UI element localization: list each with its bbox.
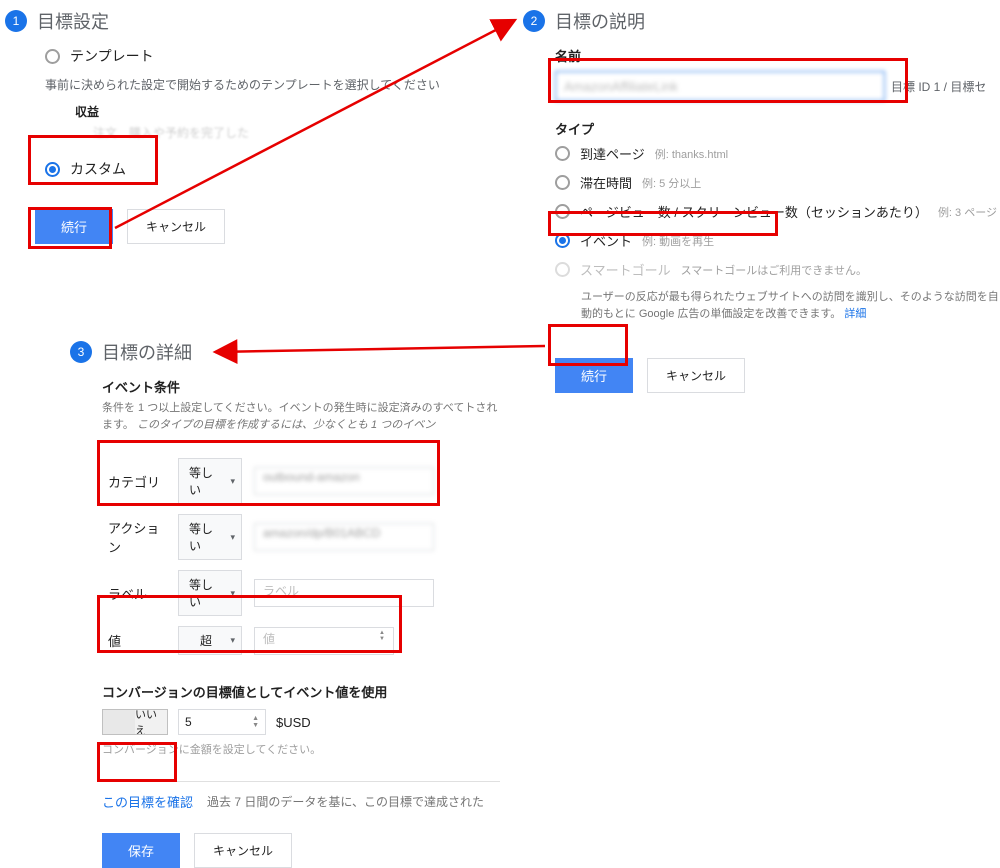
step3-header: 3 目標の詳細 (70, 339, 500, 365)
cond-action-value[interactable]: amazon/dp/B01ABCD (254, 523, 434, 551)
cond-label-value[interactable]: ラベル (254, 579, 434, 607)
radio-icon (45, 49, 60, 64)
step3-panel: 3 目標の詳細 イベント条件 条件を 1 つ以上設定してください。イベントの発生… (70, 339, 500, 868)
stepper-icon[interactable]: ▲▼ (379, 630, 385, 642)
cond-label-op[interactable]: 等しい (178, 570, 242, 616)
radio-icon (555, 204, 570, 219)
step2-title: 目標の説明 (555, 8, 645, 34)
cond-label-label: ラベル (102, 565, 172, 621)
step2-panel: 2 目標の説明 名前 目標 ID 1 / 目標セ タイプ 到達ページ 例: th… (523, 8, 1000, 393)
type-event-label: イベント (580, 231, 632, 250)
step3-cancel-button[interactable]: キャンセル (194, 833, 292, 868)
type-label: タイプ (555, 119, 1000, 138)
cond-category-label: カテゴリ (102, 453, 172, 509)
verify-goal-link[interactable]: この目標を確認 (102, 792, 193, 811)
type-smart: スマートゴール スマートゴールはご利用できません。 (555, 260, 1000, 279)
radio-icon-selected (45, 162, 60, 177)
radio-icon (555, 146, 570, 161)
name-label: 名前 (555, 46, 1000, 65)
cond-action-label: アクション (102, 509, 172, 565)
template-helptext: 事前に決められた設定で開始するためのテンプレートを選択してください (45, 76, 510, 93)
type-pages-eg: 例: 3 ページ (938, 204, 997, 220)
cond-row-action: アクション 等しい amazon/dp/B01ABCD (102, 509, 440, 565)
type-duration-label: 滞在時間 (580, 173, 632, 192)
conversion-help: コンバージョンに金額を設定してください。 (102, 741, 500, 757)
step3-title: 目標の詳細 (102, 339, 192, 365)
toggle-no-seg[interactable]: いいえ (135, 710, 167, 734)
event-conditions-desc: 条件を 1 つ以上設定してください。イベントの発生時に設定済みのすべてトされます… (102, 400, 500, 433)
type-pages-label: ページビュー数 / スクリーンビュー数（セッションあたり） (580, 202, 928, 221)
step2-badge: 2 (523, 10, 545, 32)
type-duration-eg: 例: 5 分以上 (642, 175, 701, 191)
cond-row-category: カテゴリ 等しい outbound-amazon (102, 453, 440, 509)
type-event[interactable]: イベント 例: 動画を再生 (555, 231, 1000, 250)
cond-category-value[interactable]: outbound-amazon (254, 467, 434, 495)
type-destination-eg: 例: thanks.html (655, 146, 728, 162)
type-destination-label: 到達ページ (580, 144, 645, 163)
cond-row-value: 値 超 値▲▼ (102, 621, 440, 660)
cond-value-value[interactable]: 値▲▼ (254, 627, 394, 655)
step1-badge: 1 (5, 10, 27, 32)
smart-goal-detail-link[interactable]: 詳細 (844, 308, 866, 320)
type-pages[interactable]: ページビュー数 / スクリーンビュー数（セッションあたり） 例: 3 ページ (555, 202, 1000, 221)
step1-cancel-button[interactable]: キャンセル (127, 209, 225, 244)
name-input[interactable] (555, 71, 885, 101)
revenue-heading: 収益 (75, 103, 510, 120)
cond-value-label: 値 (102, 621, 172, 660)
type-destination[interactable]: 到達ページ 例: thanks.html (555, 144, 1000, 163)
step1-header: 1 目標設定 (5, 8, 510, 34)
goal-id-note: 目標 ID 1 / 目標セ (891, 78, 986, 95)
verify-desc: 過去 7 日間のデータを基に、この目標で達成された (207, 793, 484, 810)
step2-cancel-button[interactable]: キャンセル (647, 358, 745, 393)
use-event-value-toggle[interactable]: いいえ (102, 709, 168, 735)
event-conditions-heading: イベント条件 (102, 377, 500, 396)
cond-category-op[interactable]: 等しい (178, 458, 242, 504)
step2-header: 2 目標の説明 (523, 8, 1000, 34)
radio-icon-selected (555, 233, 570, 248)
stepper-icon[interactable]: ▲▼ (252, 715, 259, 729)
conditions-table: カテゴリ 等しい outbound-amazon アクション 等しい amazo… (102, 453, 440, 660)
radio-template-label: テンプレート (70, 46, 154, 66)
step2-continue-button[interactable]: 続行 (555, 358, 633, 393)
type-smart-eg: スマートゴールはご利用できません。 (681, 262, 867, 278)
conversion-value-title: コンバージョンの目標値としてイベント値を使用 (102, 682, 500, 701)
conversion-value-input[interactable]: 5 ▲▼ (178, 709, 266, 735)
smart-goal-desc: ユーザーの反応が最も得られたウェブサイトへの訪問を識別し、そのような訪問を自動的… (581, 289, 1000, 322)
cond-action-op[interactable]: 等しい (178, 514, 242, 560)
cond-row-label: ラベル 等しい ラベル (102, 565, 440, 621)
divider (102, 781, 500, 782)
toggle-yes-seg[interactable] (103, 710, 135, 734)
radio-template[interactable]: テンプレート (45, 46, 510, 66)
step1-continue-button[interactable]: 続行 (35, 209, 113, 244)
step3-badge: 3 (70, 341, 92, 363)
radio-icon (555, 175, 570, 190)
faded-order-row: 注文 購入や予約を完了した (93, 124, 510, 141)
type-duration[interactable]: 滞在時間 例: 5 分以上 (555, 173, 1000, 192)
type-event-eg: 例: 動画を再生 (642, 233, 714, 249)
currency-label: $USD (276, 715, 311, 730)
radio-custom-label: カスタム (70, 159, 126, 179)
step1-panel: 1 目標設定 テンプレート 事前に決められた設定で開始するためのテンプレートを選… (5, 8, 510, 244)
save-button[interactable]: 保存 (102, 833, 180, 868)
radio-icon-disabled (555, 262, 570, 277)
radio-custom[interactable]: カスタム (45, 159, 510, 179)
type-smart-label: スマートゴール (580, 260, 671, 279)
cond-value-op[interactable]: 超 (178, 626, 242, 655)
step1-title: 目標設定 (37, 8, 109, 34)
